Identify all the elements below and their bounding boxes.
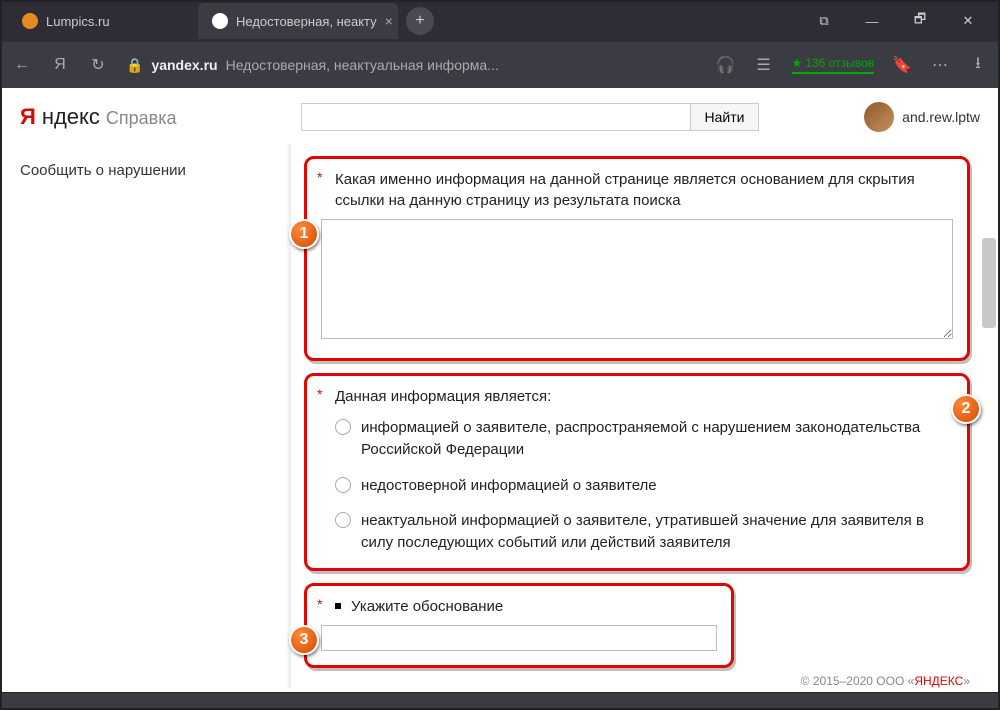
form-block-type: 2 * Данная информация является: информац… — [304, 373, 970, 571]
scrollbar-thumb[interactable] — [982, 238, 996, 328]
tab-bar: Lumpics.ru Недостоверная, неакту × + ⧉ —… — [0, 0, 1000, 42]
headphones-icon[interactable]: 🎧 — [716, 55, 736, 75]
radio-icon — [335, 477, 351, 493]
radio-option-1[interactable]: информацией о заявителе, распространяемо… — [335, 417, 953, 461]
yandex-home-icon[interactable]: Я — [50, 56, 70, 74]
favicon-icon — [22, 13, 38, 29]
radio-option-2[interactable]: недостоверной информацией о заявителе — [335, 475, 953, 497]
user-account[interactable]: and.rew.lptw — [864, 102, 980, 132]
footer-copyright: © 2015–2020 ООО «ЯНДЕКС» — [801, 674, 970, 688]
radio-icon — [335, 419, 351, 435]
footer-yandex-link[interactable]: ЯНДЕКС — [914, 674, 963, 688]
form-block-reason: 1 * Какая именно информация на данной ст… — [304, 156, 970, 361]
form-content: 1 * Какая именно информация на данной ст… — [292, 144, 998, 688]
browser-status-bar — [0, 692, 1000, 710]
justification-field[interactable] — [321, 625, 717, 651]
required-asterisk: * — [317, 596, 322, 612]
reason-textarea[interactable] — [321, 219, 953, 339]
back-icon[interactable]: ← — [12, 56, 32, 74]
reviews-badge[interactable]: ★136 отзывов — [792, 56, 874, 74]
tab-close-icon[interactable]: × — [385, 13, 393, 29]
user-name: and.rew.lptw — [902, 109, 980, 125]
search-button[interactable]: Найти — [691, 103, 760, 131]
url-path: Недостоверная, неактуальная информа... — [226, 57, 499, 73]
bullet-icon — [335, 603, 341, 609]
required-asterisk: * — [317, 169, 322, 185]
address-bar: ← Я ↻ 🔒 yandex.ru Недостоверная, неактуа… — [0, 42, 1000, 88]
tab-title: Lumpics.ru — [46, 14, 110, 29]
sidebar-item-report[interactable]: Сообщить о нарушении — [20, 162, 273, 179]
avatar — [864, 102, 894, 132]
reader-icon[interactable]: ☰ — [754, 55, 774, 75]
tab-lumpics[interactable]: Lumpics.ru — [8, 3, 198, 39]
annotation-marker-2: 2 — [951, 394, 981, 424]
tab-title: Недостоверная, неакту — [236, 14, 377, 29]
sidebar: Сообщить о нарушении — [2, 144, 292, 688]
page-header: Яндекс Справка Найти and.rew.lptw — [2, 88, 998, 144]
search-input[interactable] — [301, 103, 691, 131]
annotation-marker-1: 1 — [289, 219, 319, 249]
download-icon[interactable]: ⭳ — [968, 52, 988, 79]
lock-icon: 🔒 — [126, 57, 143, 74]
new-tab-button[interactable]: + — [406, 7, 434, 35]
question-3-label: Укажите обоснование — [321, 596, 717, 617]
reload-icon[interactable]: ↻ — [88, 55, 108, 75]
menu-icon[interactable]: ⋯ — [930, 55, 950, 75]
favicon-icon — [212, 13, 228, 29]
radio-option-3[interactable]: неактуальной информацией о заявителе, ут… — [335, 510, 953, 554]
window-close-button[interactable]: ✕ — [944, 0, 992, 42]
tab-active[interactable]: Недостоверная, неакту × — [198, 3, 398, 39]
question-1-label: Какая именно информация на данной страни… — [321, 169, 953, 211]
required-asterisk: * — [317, 386, 322, 402]
form-block-justification: 3 * Укажите обоснование — [304, 583, 734, 668]
question-2-label: Данная информация является: — [321, 386, 953, 407]
bookmark-icon[interactable]: 🔖 — [892, 55, 912, 75]
collapse-sidebar-icon[interactable]: ⧉ — [800, 0, 848, 42]
yandex-logo[interactable]: Яндекс Справка — [20, 104, 177, 130]
url-display[interactable]: 🔒 yandex.ru Недостоверная, неактуальная … — [126, 57, 499, 74]
window-maximize-button[interactable]: 🗗 — [896, 0, 944, 42]
radio-icon — [335, 512, 351, 528]
annotation-marker-3: 3 — [289, 625, 319, 655]
window-minimize-button[interactable]: — — [848, 0, 896, 42]
url-domain: yandex.ru — [151, 57, 217, 73]
